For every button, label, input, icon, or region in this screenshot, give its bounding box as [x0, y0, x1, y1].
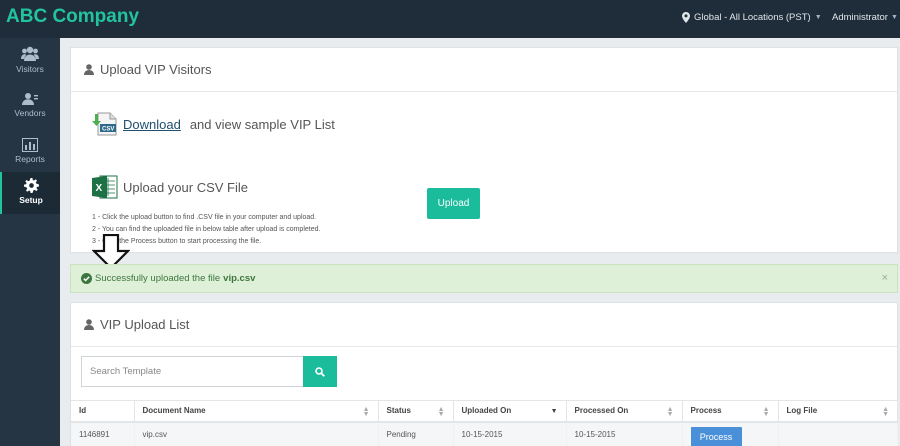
alert-filename: vip.csv — [223, 273, 256, 284]
location-selector[interactable]: Global - All Locations (PST) ▼ — [682, 12, 822, 23]
success-alert: Successfully uploaded the file vip.csv × — [70, 264, 898, 293]
column-label: Status — [386, 406, 411, 416]
column-label: Uploaded On — [461, 406, 512, 416]
column-header-document-name[interactable]: Document Name ▲ ▼ — [134, 400, 379, 423]
column-header-status[interactable]: Status ▲ ▼ — [378, 400, 454, 423]
user-icon — [84, 319, 94, 330]
column-label: Document Name — [142, 406, 206, 416]
vip-upload-table: Id Document Name ▲ ▼ Status ▲ ▼ Uploaded On ▼… — [71, 400, 898, 446]
column-header-processed-on[interactable]: Processed On ▲ ▼ — [566, 400, 683, 423]
top-bar: ABC Company Global - All Locations (PST)… — [0, 0, 900, 38]
panel-title: VIP Upload List — [100, 317, 190, 332]
close-icon[interactable]: × — [882, 272, 888, 284]
column-header-uploaded-on[interactable]: Uploaded On ▼ — [453, 400, 567, 423]
search-input[interactable]: Search Template — [81, 356, 305, 387]
user-icon — [84, 64, 94, 75]
gear-icon — [23, 178, 39, 193]
upload-csv-heading: X Upload your CSV File — [92, 174, 248, 200]
column-label: Process — [690, 406, 722, 416]
sort-icon: ▲ ▼ — [882, 406, 889, 418]
excel-file-icon: X — [92, 175, 118, 199]
check-circle-icon — [81, 273, 92, 284]
user-menu[interactable]: Administrator ▼ — [832, 12, 898, 23]
alert-message: Successfully uploaded the file — [95, 273, 221, 284]
column-header-log-file[interactable]: Log File ▲ ▼ — [778, 400, 898, 423]
instruction-line: 1 - Click the upload button to find .CSV… — [92, 214, 317, 221]
sidebar-item-setup[interactable]: Setup — [0, 172, 60, 214]
column-header-id[interactable]: Id — [71, 400, 135, 423]
upload-title: Upload your CSV File — [123, 179, 248, 195]
download-description: and view sample VIP List — [189, 116, 335, 132]
panel-header: VIP Upload List — [71, 303, 897, 347]
sidebar: Visitors Vendors Reports Setup — [0, 38, 60, 446]
table-row: 1146891 vip.csv Pending 10-15-2015 10-15… — [71, 421, 898, 446]
svg-text:X: X — [96, 183, 103, 194]
cell-uploaded-on: 10-15-2015 — [453, 421, 567, 446]
cell-id: 1146891 — [71, 421, 135, 446]
cell-process: Process — [682, 421, 779, 446]
sidebar-item-vendors[interactable]: Vendors — [0, 86, 60, 130]
vendors-icon — [22, 93, 38, 105]
csv-file-icon: CSV — [92, 112, 117, 136]
download-link[interactable]: Download — [123, 117, 181, 132]
sidebar-item-label: Visitors — [16, 64, 44, 74]
sort-descending-icon: ▼ — [550, 408, 558, 415]
column-header-process[interactable]: Process ▲ ▼ — [682, 400, 779, 423]
cell-log-file — [778, 421, 898, 446]
cell-status: Pending — [378, 421, 454, 446]
sidebar-item-label: Vendors — [14, 108, 46, 118]
users-icon — [21, 46, 39, 61]
column-label: Log File — [786, 406, 818, 416]
user-name: Administrator — [832, 12, 888, 23]
upload-vip-panel: Upload VIP Visitors CSV Download and vie… — [70, 47, 898, 253]
sidebar-item-label: Reports — [15, 154, 45, 164]
sort-icon: ▲ ▼ — [362, 406, 370, 418]
cell-processed-on: 10-15-2015 — [566, 421, 683, 446]
search-icon — [315, 366, 325, 377]
panel-title: Upload VIP Visitors — [100, 62, 212, 77]
sort-icon: ▲ ▼ — [762, 406, 770, 418]
process-button[interactable]: Process — [690, 426, 742, 446]
sort-icon: ▲ ▼ — [666, 406, 674, 418]
download-row: CSV Download and view sample VIP List — [92, 112, 335, 136]
sidebar-item-visitors[interactable]: Visitors — [0, 40, 60, 84]
svg-text:CSV: CSV — [102, 127, 114, 133]
location-label: Global - All Locations (PST) — [694, 12, 811, 23]
vip-upload-list-panel: VIP Upload List Search Template Id Docum… — [70, 302, 898, 446]
map-marker-icon — [682, 12, 690, 23]
sidebar-item-label: Setup — [19, 195, 43, 205]
cell-document-name: vip.csv — [134, 421, 379, 446]
sidebar-item-reports[interactable]: Reports — [0, 132, 60, 176]
panel-header: Upload VIP Visitors — [71, 48, 897, 92]
column-label: Id — [79, 406, 87, 416]
sort-icon: ▲ ▼ — [437, 406, 445, 418]
search-button[interactable] — [303, 356, 337, 387]
chevron-down-icon: ▼ — [814, 14, 822, 21]
column-label: Processed On — [574, 406, 629, 416]
upload-button[interactable]: Upload — [427, 188, 480, 219]
bar-chart-icon — [22, 138, 38, 152]
chevron-down-icon: ▼ — [890, 14, 898, 21]
brand-logo[interactable]: ABC Company — [6, 6, 139, 28]
